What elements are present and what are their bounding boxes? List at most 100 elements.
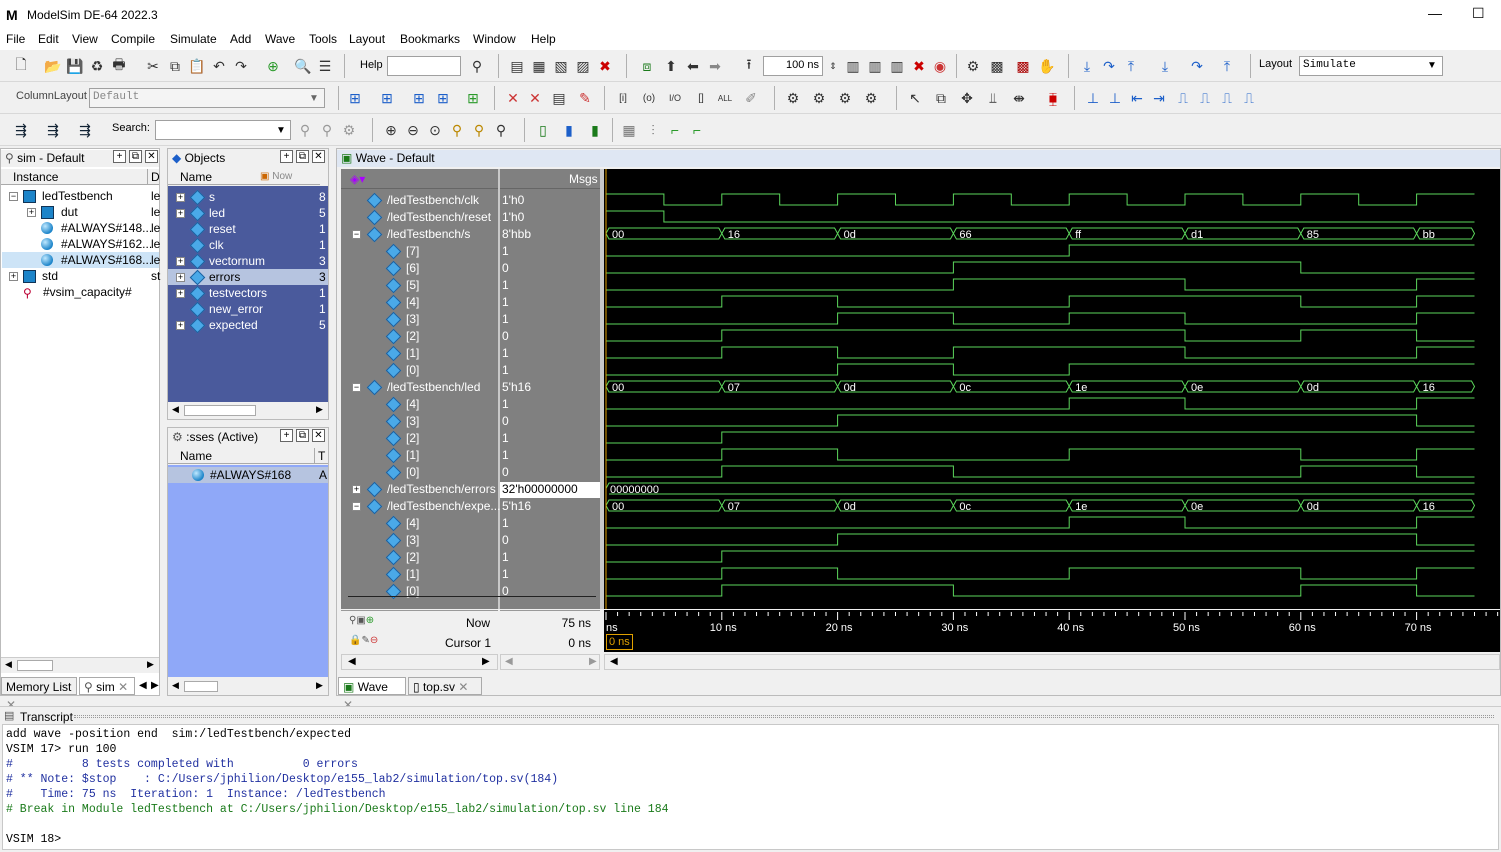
zoom-range-icon[interactable]: ⚲ (470, 121, 488, 139)
wave-col-splitter[interactable] (498, 169, 500, 609)
transcript-console[interactable]: add wave -position end sim:/ledTestbench… (2, 724, 1499, 850)
scroll-thumb[interactable] (184, 681, 218, 692)
menu-help[interactable]: Help (531, 32, 556, 46)
object-vectornum[interactable]: vectornum (209, 253, 265, 269)
scroll-right-icon[interactable]: ▶ (589, 656, 597, 667)
add-list-icon[interactable]: ⊞ (378, 89, 396, 107)
run-all-icon[interactable]: ▥ (888, 57, 906, 75)
expand-led[interactable]: + (176, 209, 185, 218)
cursor-prev-icon[interactable]: ⊥ (1106, 89, 1124, 107)
objects-hscrollbar[interactable]: ◀ ▶ (168, 403, 328, 419)
format-i-icon[interactable]: [i] (614, 89, 632, 107)
expand-expected[interactable]: + (176, 321, 185, 330)
edge-prev-icon[interactable]: ⇤ (1128, 89, 1146, 107)
add-log-icon[interactable]: ⊞ (410, 89, 428, 107)
performance-icon[interactable]: ⚙ (964, 57, 982, 75)
forward-arrow-icon[interactable]: ➡ (706, 57, 724, 75)
objects-add-button[interactable]: + (280, 150, 293, 163)
menu-window[interactable]: Window (473, 32, 516, 46)
any-edge-icon[interactable]: ⎍ (1218, 89, 1236, 107)
wave-signal-name[interactable]: [0] (406, 362, 419, 379)
object-expected[interactable]: expected (209, 317, 258, 333)
add-dataflow-icon[interactable]: ⊞ (434, 89, 452, 107)
processes-col-name[interactable]: Name (168, 448, 316, 464)
process-always168[interactable]: #ALWAYS#168 (210, 467, 291, 483)
sim-item-ledtestbench[interactable]: ledTestbench (42, 188, 113, 204)
search-forward-icon[interactable]: ⚲ (318, 121, 336, 139)
break-icon[interactable]: ▨ (574, 57, 592, 75)
wave-expand-toggle[interactable]: − (352, 502, 361, 511)
menu-wave[interactable]: Wave (265, 32, 295, 46)
back-arrow-icon[interactable]: ⬅ (684, 57, 702, 75)
scroll-right-icon[interactable]: ▶ (316, 404, 323, 415)
edit-mode-icon[interactable]: ⫫ (984, 89, 1002, 107)
doc-icon[interactable]: ▤ (550, 89, 568, 107)
scroll-left-icon[interactable]: ◀ (172, 680, 179, 691)
cut-icon[interactable]: ✂ (144, 57, 162, 75)
scroll-left-icon[interactable]: ◀ (172, 404, 179, 415)
expand-errors[interactable]: + (176, 273, 185, 282)
stop-icon[interactable]: ◉ (931, 57, 949, 75)
menu-tools[interactable]: Tools (309, 32, 337, 46)
object-led[interactable]: led (209, 205, 225, 221)
object-clk[interactable]: clk (209, 237, 224, 253)
sim-item-always168[interactable]: #ALWAYS#168... (61, 252, 152, 268)
wave-signal-name[interactable]: [1] (406, 345, 419, 362)
add-memory-icon[interactable]: ⊞ (464, 89, 482, 107)
pan-mode-icon[interactable]: ✥ (958, 89, 976, 107)
processes-add-button[interactable]: + (280, 429, 293, 442)
wave-signal-name[interactable]: [1] (406, 566, 419, 583)
menu-view[interactable]: View (72, 32, 98, 46)
compile-icon[interactable]: ▤ (508, 57, 526, 75)
objects-close-button[interactable]: ✕ (312, 150, 325, 163)
select-mode-icon[interactable]: ↖ (906, 89, 924, 107)
edge-next-icon[interactable]: ⇥ (1150, 89, 1168, 107)
waveform-canvas[interactable]: 00 16 0d 66 ff d1 85 bb00 07 0d 0c 1e 0e 0d 1600000000… (604, 169, 1500, 609)
tab-memory-list[interactable]: Memory List ✕ (1, 677, 77, 712)
last-edge-icon[interactable]: ⎍ (1240, 89, 1258, 107)
add-wave-icon[interactable]: ⊞ (346, 89, 364, 107)
layout-select[interactable]: Simulate (1299, 56, 1443, 76)
expand-testvectors[interactable]: + (176, 289, 185, 298)
wave-names-hscrollbar[interactable]: ◀ ▶ (341, 654, 498, 670)
sim-item-always148[interactable]: #ALWAYS#148... (61, 220, 152, 236)
insert-cursor-icon[interactable]: ▯ (534, 121, 552, 139)
gear-4-icon[interactable]: ⚙ (862, 89, 880, 107)
menu-compile[interactable]: Compile (111, 32, 155, 46)
paste-icon[interactable]: 📋 (188, 57, 206, 75)
sim-col-instance[interactable]: Instance (1, 169, 149, 185)
search-options-icon[interactable]: ⚙ (340, 121, 358, 139)
scroll-left-icon[interactable]: ◀ (610, 656, 618, 667)
wave-expand-toggle[interactable]: + (352, 485, 361, 494)
trace-input-icon[interactable]: ⇶ (12, 121, 30, 139)
expand-s[interactable]: + (176, 193, 185, 202)
coverage-icon[interactable]: ▩ (1014, 57, 1032, 75)
break-run-icon[interactable]: ✖ (910, 57, 928, 75)
maximize-button[interactable]: ☐ (1472, 5, 1485, 22)
wave-search-input[interactable] (155, 120, 291, 140)
memory-profile-icon[interactable]: ▩ (988, 57, 1006, 75)
minimize-button[interactable]: — (1428, 5, 1442, 21)
measure-icon[interactable]: ⇼ (1010, 89, 1028, 107)
wave-signal-name[interactable]: [2] (406, 430, 419, 447)
step-over-icon[interactable]: ↷ (1100, 57, 1118, 75)
zoom-full-icon[interactable]: ⊙ (426, 121, 444, 139)
wave-signal-name[interactable]: /ledTestbench/errors (387, 481, 496, 498)
tab-sim[interactable]: ⚲ sim ✕ (79, 677, 135, 695)
print-icon[interactable]: 🖶 (110, 56, 128, 75)
redo-icon[interactable]: ↷ (232, 57, 250, 75)
scroll-left-icon[interactable]: ◀ (505, 656, 513, 667)
step-icon[interactable]: ⧈ (638, 57, 656, 75)
wave-signal-name[interactable]: [4] (406, 515, 419, 532)
break-x-icon[interactable]: ✕ (504, 89, 522, 107)
tab-scroll-left-icon[interactable]: ◀ (139, 680, 147, 691)
object-s[interactable]: s (209, 189, 215, 205)
step-out-icon[interactable]: ⤒ (1122, 57, 1140, 75)
format-internal-icon[interactable]: [] (692, 89, 710, 107)
simulate-icon[interactable]: ▧ (552, 57, 570, 75)
reload-icon[interactable]: ♻ (88, 57, 106, 75)
zoom-in-icon[interactable]: ⊕ (382, 121, 400, 139)
format-all-icon[interactable]: ALL (716, 89, 734, 107)
zoom-mode-icon[interactable]: ⧉ (932, 89, 950, 107)
menu-edit[interactable]: Edit (38, 32, 59, 46)
